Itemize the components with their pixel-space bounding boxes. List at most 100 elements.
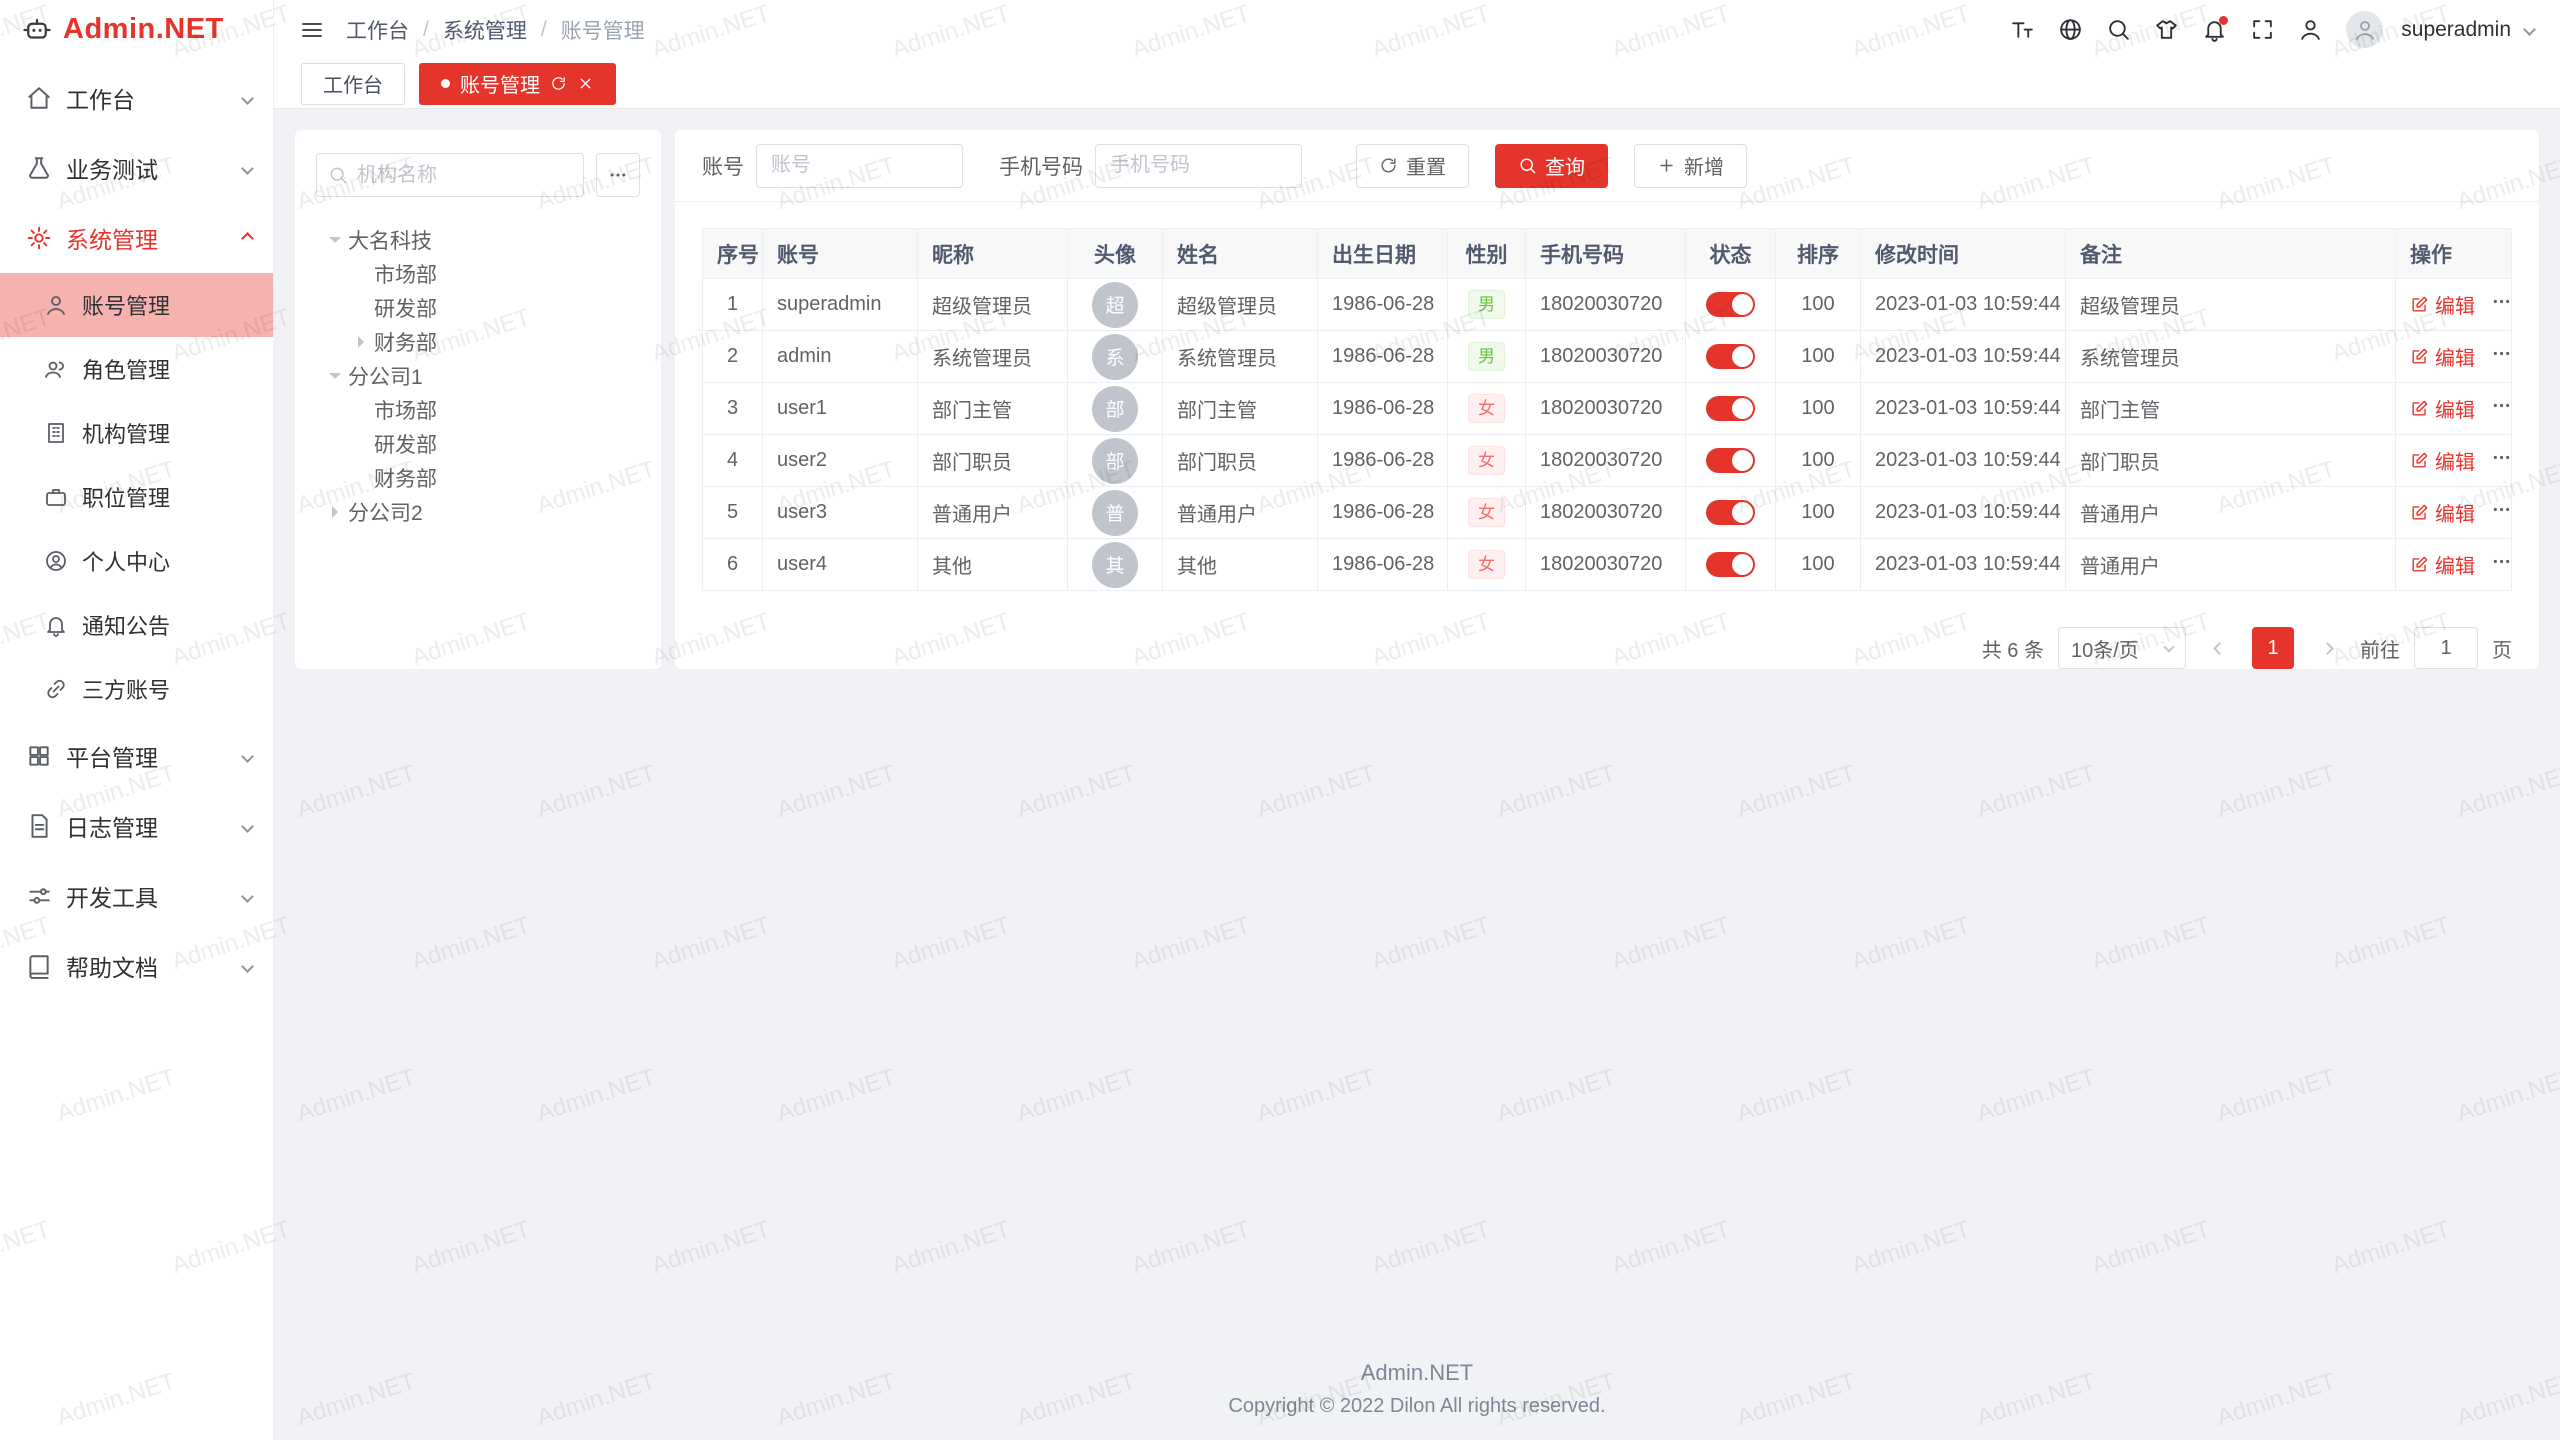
edit-button[interactable]: 编辑 bbox=[2410, 498, 2475, 527]
refresh-icon[interactable] bbox=[550, 75, 567, 92]
account-input[interactable] bbox=[756, 144, 963, 188]
row-more-button[interactable] bbox=[2491, 395, 2512, 422]
sidebar-subitem-notice[interactable]: 通知公告 bbox=[0, 593, 273, 657]
notifications-button[interactable] bbox=[2194, 10, 2234, 50]
caret-right-icon[interactable] bbox=[332, 506, 344, 518]
tab-workbench[interactable]: 工作台 bbox=[301, 63, 405, 105]
user-avatar[interactable] bbox=[2346, 11, 2383, 48]
sidebar-item-help[interactable]: 帮助文档 bbox=[0, 931, 273, 1001]
edit-button[interactable]: 编辑 bbox=[2410, 394, 2475, 423]
current-page[interactable]: 1 bbox=[2252, 627, 2294, 669]
phone-input[interactable] bbox=[1095, 144, 1302, 188]
globe-icon bbox=[2058, 17, 2083, 42]
gender-tag: 男 bbox=[1468, 342, 1505, 371]
more-dots-icon bbox=[2491, 291, 2512, 312]
sidebar-subitem-position[interactable]: 职位管理 bbox=[0, 465, 273, 529]
sidebar-subitem-label: 通知公告 bbox=[82, 609, 170, 641]
sidebar-subitem-org[interactable]: 机构管理 bbox=[0, 401, 273, 465]
sidebar-subitem-profile[interactable]: 个人中心 bbox=[0, 529, 273, 593]
caret-down-icon[interactable] bbox=[329, 373, 341, 385]
col-gender: 性别 bbox=[1448, 229, 1526, 279]
query-label: 查询 bbox=[1545, 151, 1585, 180]
page-size-select[interactable]: 10条/页 bbox=[2058, 627, 2186, 669]
gender-tag: 女 bbox=[1468, 446, 1505, 475]
status-toggle[interactable] bbox=[1706, 344, 1755, 369]
tree-node[interactable]: 大名科技 bbox=[316, 223, 640, 257]
tree-node[interactable]: 分公司1 bbox=[316, 359, 640, 393]
row-more-button[interactable] bbox=[2491, 447, 2512, 474]
td-name: 其他 bbox=[1163, 539, 1318, 591]
tree-node[interactable]: 财务部 bbox=[316, 461, 640, 495]
col-phone: 手机号码 bbox=[1526, 229, 1686, 279]
filter-bar: 账号 手机号码 重置 查询 bbox=[675, 130, 2539, 202]
goto-page-input[interactable] bbox=[2414, 627, 2478, 669]
caret-down-icon[interactable] bbox=[329, 237, 341, 249]
status-toggle[interactable] bbox=[1706, 396, 1755, 421]
tree-node[interactable]: 财务部 bbox=[316, 325, 640, 359]
username[interactable]: superadmin bbox=[2401, 18, 2511, 42]
td-birthday: 1986-06-28 bbox=[1318, 435, 1448, 487]
edit-label: 编辑 bbox=[2435, 342, 2475, 371]
user-circle-icon bbox=[44, 549, 68, 573]
tree-node[interactable]: 研发部 bbox=[316, 291, 640, 325]
status-toggle[interactable] bbox=[1706, 292, 1755, 317]
theme-button[interactable] bbox=[2146, 10, 2186, 50]
td-avatar: 部 bbox=[1068, 435, 1163, 487]
edit-button[interactable]: 编辑 bbox=[2410, 550, 2475, 579]
row-more-button[interactable] bbox=[2491, 551, 2512, 578]
language-button[interactable] bbox=[2050, 10, 2090, 50]
page-unit: 页 bbox=[2492, 634, 2512, 663]
next-page-button[interactable] bbox=[2308, 627, 2346, 669]
collapse-menu-button[interactable] bbox=[300, 18, 324, 42]
td-nickname: 系统管理员 bbox=[918, 331, 1068, 383]
prev-page-button[interactable] bbox=[2200, 627, 2238, 669]
status-toggle[interactable] bbox=[1706, 500, 1755, 525]
edit-button[interactable]: 编辑 bbox=[2410, 290, 2475, 319]
status-toggle[interactable] bbox=[1706, 448, 1755, 473]
tab-account-active[interactable]: 账号管理 bbox=[419, 63, 616, 105]
sidebar-subitem-role[interactable]: 角色管理 bbox=[0, 337, 273, 401]
sidebar-item-business-test[interactable]: 业务测试 bbox=[0, 133, 273, 203]
sidebar-subitem-label: 角色管理 bbox=[82, 353, 170, 385]
font-size-button[interactable] bbox=[2002, 10, 2042, 50]
row-more-button[interactable] bbox=[2491, 343, 2512, 370]
add-button[interactable]: 新增 bbox=[1634, 144, 1747, 188]
close-icon[interactable] bbox=[577, 75, 594, 92]
edit-button[interactable]: 编辑 bbox=[2410, 342, 2475, 371]
sidebar-item-label: 帮助文档 bbox=[66, 949, 158, 983]
tree-node[interactable]: 分公司2 bbox=[316, 495, 640, 529]
row-more-button[interactable] bbox=[2491, 499, 2512, 526]
td-account: superadmin bbox=[763, 279, 918, 331]
breadcrumb-item[interactable]: 系统管理 bbox=[443, 15, 527, 45]
caret-right-icon[interactable] bbox=[358, 336, 370, 348]
tree-node[interactable]: 市场部 bbox=[316, 257, 640, 291]
search-button[interactable] bbox=[2098, 10, 2138, 50]
sidebar-item-workbench[interactable]: 工作台 bbox=[0, 63, 273, 133]
col-avatar: 头像 bbox=[1068, 229, 1163, 279]
td-gender: 男 bbox=[1448, 279, 1526, 331]
breadcrumb-item[interactable]: 工作台 bbox=[346, 15, 409, 45]
sidebar-subitem-account[interactable]: 账号管理 bbox=[0, 273, 273, 337]
row-more-button[interactable] bbox=[2491, 291, 2512, 318]
sidebar-subitem-thirdparty[interactable]: 三方账号 bbox=[0, 657, 273, 721]
tab-label: 工作台 bbox=[323, 69, 383, 98]
sidebar-item-devtools[interactable]: 开发工具 bbox=[0, 861, 273, 931]
status-toggle[interactable] bbox=[1706, 552, 1755, 577]
sidebar-item-system[interactable]: 系统管理 bbox=[0, 203, 273, 273]
reset-button[interactable]: 重置 bbox=[1356, 144, 1469, 188]
edit-button[interactable]: 编辑 bbox=[2410, 446, 2475, 475]
query-button[interactable]: 查询 bbox=[1495, 144, 1608, 188]
td-birthday: 1986-06-28 bbox=[1318, 383, 1448, 435]
tree-node[interactable]: 研发部 bbox=[316, 427, 640, 461]
fullscreen-button[interactable] bbox=[2242, 10, 2282, 50]
col-account: 账号 bbox=[763, 229, 918, 279]
sidebar-item-logs[interactable]: 日志管理 bbox=[0, 791, 273, 861]
profile-button[interactable] bbox=[2290, 10, 2330, 50]
org-more-button[interactable] bbox=[596, 153, 640, 197]
org-search-input[interactable] bbox=[316, 153, 584, 197]
sidebar-item-platform[interactable]: 平台管理 bbox=[0, 721, 273, 791]
td-status bbox=[1686, 331, 1776, 383]
tree-node[interactable]: 市场部 bbox=[316, 393, 640, 427]
chevron-down-icon[interactable] bbox=[2523, 23, 2536, 36]
notification-dot bbox=[2219, 16, 2228, 25]
